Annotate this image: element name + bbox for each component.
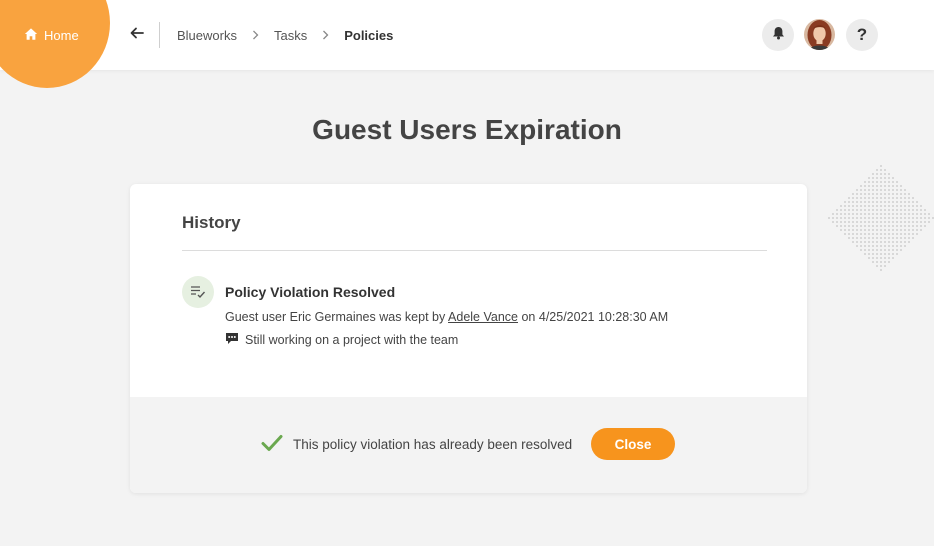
home-badge	[0, 0, 110, 88]
history-item-description: Guest user Eric Germaines was kept by Ad…	[225, 310, 668, 324]
breadcrumb: Blueworks Tasks Policies	[177, 26, 393, 44]
history-item-title: Policy Violation Resolved	[225, 284, 396, 300]
breadcrumb-policies: Policies	[344, 27, 394, 43]
home-link[interactable]: Home	[24, 26, 79, 44]
header-divider	[159, 22, 160, 48]
home-icon	[24, 27, 38, 44]
divider	[182, 250, 767, 251]
comment-text: Still working on a project with the team	[245, 333, 459, 347]
breadcrumb-blueworks[interactable]: Blueworks	[177, 28, 237, 43]
bell-icon	[772, 26, 785, 45]
close-button[interactable]: Close	[591, 428, 675, 460]
check-icon	[261, 434, 283, 455]
chevron-right-icon	[322, 30, 329, 40]
decorative-pattern	[827, 164, 934, 272]
arrow-left-icon	[130, 26, 144, 45]
home-label: Home	[44, 27, 79, 43]
comment-icon	[225, 332, 239, 348]
chevron-right-icon	[252, 30, 259, 40]
resolved-text: This policy violation has already been r…	[293, 436, 573, 452]
checklist-icon	[182, 276, 214, 308]
help-icon: ?	[856, 25, 868, 44]
help-button[interactable]: ?	[846, 19, 878, 51]
back-button[interactable]	[128, 26, 146, 44]
history-card: History Policy Violation Resolved Guest …	[130, 184, 807, 493]
history-item-text-before: Guest user Eric Germaines was kept by	[225, 310, 446, 324]
card-footer: This policy violation has already been r…	[130, 397, 807, 493]
history-item-comment: Still working on a project with the team	[225, 332, 458, 348]
history-item-text-after: on 4/25/2021 10:28:30 AM	[521, 310, 669, 324]
notifications-button[interactable]	[762, 19, 794, 51]
avatar[interactable]	[804, 19, 835, 50]
page-title: Guest Users Expiration	[312, 114, 622, 145]
breadcrumb-tasks[interactable]: Tasks	[274, 28, 307, 43]
history-heading: History	[182, 213, 241, 232]
user-link[interactable]: Adele Vance	[448, 310, 518, 324]
resolved-status: This policy violation has already been r…	[261, 433, 572, 455]
